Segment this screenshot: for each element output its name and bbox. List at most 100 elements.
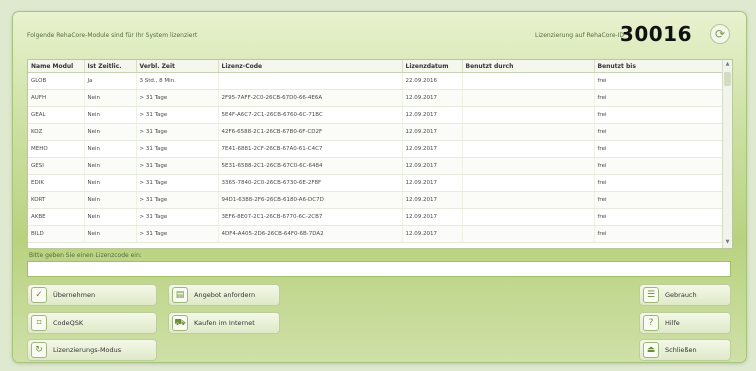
table-cell: Nein bbox=[84, 89, 137, 107]
table-cell bbox=[462, 72, 595, 90]
scroll-down-icon[interactable]: ▼ bbox=[724, 239, 731, 247]
refresh-icon[interactable]: ⟳ bbox=[710, 24, 730, 44]
column-header[interactable]: Ist Zeitlic. bbox=[84, 60, 137, 73]
gebrauch-label: Gebrauch bbox=[665, 291, 697, 299]
table-cell: 2F95-7AFF-2C0-26CB-67D0-66-4E6A bbox=[218, 89, 403, 107]
table-cell: 12.09.2017 bbox=[402, 225, 463, 243]
table-cell: BILD bbox=[28, 225, 85, 243]
table-cell: frei bbox=[594, 225, 723, 243]
license-number-value: 30016 bbox=[619, 22, 692, 46]
table-row[interactable]: MEHO Nein > 31 Tage 7E41-6881-2CF-26CB-67A0… bbox=[28, 140, 723, 158]
column-header[interactable]: Benutzt durch bbox=[462, 60, 595, 73]
angebot-label: Angebot anfordern bbox=[194, 291, 256, 299]
table-cell: frei bbox=[594, 106, 723, 124]
column-header[interactable]: Name Modul bbox=[28, 60, 85, 73]
table-cell: 22.09.2016 bbox=[402, 72, 463, 90]
license-code-input[interactable] bbox=[27, 261, 731, 277]
table-row[interactable]: GEAL Nein > 31 Tage 5E4F-A6C7-2C1-26CB-6760… bbox=[28, 106, 723, 124]
table-row[interactable]: KORT Nein > 31 Tage 94D1-6388-2F6-26CB-6180… bbox=[28, 191, 723, 209]
column-header[interactable]: Lizenz-Code bbox=[218, 60, 403, 73]
table-cell: EDIK bbox=[28, 174, 85, 192]
table-cell bbox=[462, 106, 595, 124]
table-cell: 3 Std., 8 Min. bbox=[136, 72, 219, 90]
codeqsk-button[interactable]: ⌗ CodeQSK bbox=[27, 312, 157, 334]
table-cell: Nein bbox=[84, 208, 137, 226]
table-cell: 42F6-6588-2C1-26CB-67B0-6F-CD2F bbox=[218, 123, 403, 141]
table-cell: AUFH bbox=[28, 89, 85, 107]
table-row[interactable]: GESI Nein > 31 Tage 5E31-6588-2C1-26CB-67C0… bbox=[28, 157, 723, 175]
table-cell bbox=[462, 89, 595, 107]
table-row[interactable]: EDIK Nein > 31 Tage 3365-7840-2C0-26CB-6730… bbox=[28, 174, 723, 192]
table-cell: > 31 Tage bbox=[136, 208, 219, 226]
table-cell: frei bbox=[594, 208, 723, 226]
table-cell: Nein bbox=[84, 191, 137, 209]
table-cell: KORT bbox=[28, 191, 85, 209]
table-cell: KOZ bbox=[28, 123, 85, 141]
gebrauch-button[interactable]: ☰ Gebrauch bbox=[639, 284, 731, 306]
hilfe-label: Hilfe bbox=[665, 319, 680, 327]
cart-icon: ⛟ bbox=[172, 315, 188, 331]
table-cell: frei bbox=[594, 157, 723, 175]
help-icon: ? bbox=[643, 315, 659, 331]
license-code-prompt: Bitte geben Sie einen Lizenzcode ein: bbox=[29, 252, 142, 259]
codeqsk-label: CodeQSK bbox=[53, 319, 84, 327]
license-number-label: Lizenzierung auf RehaCore-ID bbox=[535, 32, 624, 39]
table-cell: Nein bbox=[84, 225, 137, 243]
table-cell: 12.09.2017 bbox=[402, 123, 463, 141]
table-cell: frei bbox=[594, 89, 723, 107]
table-row[interactable]: KOZ Nein > 31 Tage 42F6-6588-2C1-26CB-67B0-… bbox=[28, 123, 723, 141]
schliessen-label: Schließen bbox=[665, 346, 697, 354]
table-cell bbox=[462, 208, 595, 226]
table-cell: Nein bbox=[84, 174, 137, 192]
vertical-scrollbar[interactable]: ▲ ▼ bbox=[722, 60, 732, 248]
code-icon: ⌗ bbox=[31, 315, 47, 331]
column-header[interactable]: Benutzt bis bbox=[594, 60, 723, 73]
table-cell: Nein bbox=[84, 123, 137, 141]
table-cell: GEAL bbox=[28, 106, 85, 124]
scroll-up-icon[interactable]: ▲ bbox=[724, 61, 731, 69]
table-row[interactable]: AKBE Nein > 31 Tage 3EF6-8E07-2C1-26CB-6770… bbox=[28, 208, 723, 226]
scroll-thumb[interactable] bbox=[724, 72, 731, 86]
table-cell: 12.09.2017 bbox=[402, 157, 463, 175]
table-cell: 5E4F-A6C7-2C1-26CB-6760-6C-71BC bbox=[218, 106, 403, 124]
table-cell: 4DF4-A405-2D6-26CB-64F0-6B-7DA2 bbox=[218, 225, 403, 243]
table-row[interactable]: BILD Nein > 31 Tage 4DF4-A405-2D6-26CB-64F0… bbox=[28, 225, 723, 243]
table-cell: 3365-7840-2C0-26CB-6730-6E-2F8F bbox=[218, 174, 403, 192]
caption-text: Folgende RehaCore-Module sind für Ihr Sy… bbox=[27, 32, 198, 39]
table-cell: > 31 Tage bbox=[136, 174, 219, 192]
table-cell: > 31 Tage bbox=[136, 157, 219, 175]
table-cell: 94D1-6388-2F6-26CB-6180-A6-DC7D bbox=[218, 191, 403, 209]
uebernehmen-button[interactable]: ✓ Übernehmen bbox=[27, 284, 157, 306]
kaufen-im-internet-button[interactable]: ⛟ Kaufen im Internet bbox=[168, 312, 280, 334]
table-cell: Ja bbox=[84, 72, 137, 90]
uebernehmen-label: Übernehmen bbox=[53, 291, 96, 299]
kaufen-label: Kaufen im Internet bbox=[194, 319, 255, 327]
table-cell: > 31 Tage bbox=[136, 123, 219, 141]
table-row[interactable]: AUFH Nein > 31 Tage 2F95-7AFF-2C0-26CB-67D0… bbox=[28, 89, 723, 107]
table-cell bbox=[462, 191, 595, 209]
schliessen-button[interactable]: ⏏ Schließen bbox=[639, 339, 731, 361]
table-header-row: Name Modul Ist Zeitlic. Verbl. Zeit Lize… bbox=[28, 60, 723, 73]
hilfe-button[interactable]: ? Hilfe bbox=[639, 312, 731, 334]
table-cell bbox=[462, 157, 595, 175]
table-cell: 12.09.2017 bbox=[402, 89, 463, 107]
table-cell: Nein bbox=[84, 106, 137, 124]
column-header[interactable]: Verbl. Zeit bbox=[136, 60, 219, 73]
table-cell: frei bbox=[594, 140, 723, 158]
table-cell: > 31 Tage bbox=[136, 140, 219, 158]
table-row[interactable]: GLOB Ja 3 Std., 8 Min. 22.09.2016 frei bbox=[28, 72, 723, 90]
check-icon: ✓ bbox=[31, 287, 47, 303]
table-cell: 12.09.2017 bbox=[402, 191, 463, 209]
table-cell: 5E31-6588-2C1-26CB-67C0-6C-6484 bbox=[218, 157, 403, 175]
table-cell: Nein bbox=[84, 157, 137, 175]
table-cell bbox=[218, 72, 403, 90]
table-cell: 12.09.2017 bbox=[402, 174, 463, 192]
angebot-anfordern-button[interactable]: ▤ Angebot anfordern bbox=[168, 284, 280, 306]
table-cell: frei bbox=[594, 174, 723, 192]
column-header[interactable]: Lizenzdatum bbox=[402, 60, 463, 73]
table-cell: frei bbox=[594, 72, 723, 90]
modules-table: Name Modul Ist Zeitlic. Verbl. Zeit Lize… bbox=[27, 59, 733, 249]
table-cell: frei bbox=[594, 123, 723, 141]
lizenzierungs-modus-button[interactable]: ↻ Lizenzierungs-Modus bbox=[27, 339, 157, 361]
lizenzierungs-modus-label: Lizenzierungs-Modus bbox=[53, 346, 122, 354]
